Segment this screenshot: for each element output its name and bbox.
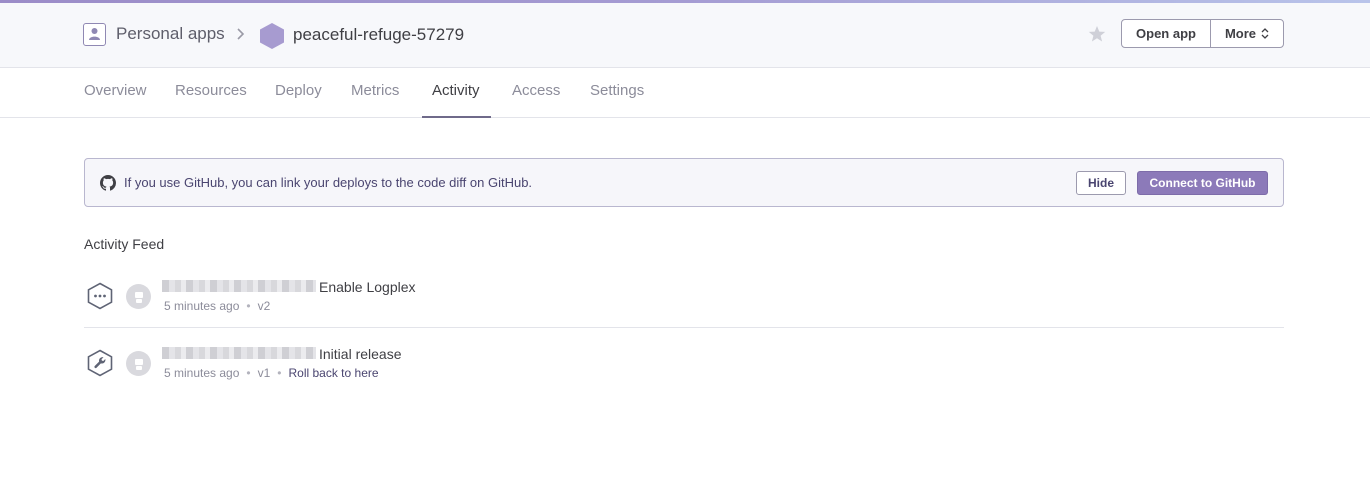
list-item: Enable Logplex 5 minutes ago • v2 — [84, 262, 1284, 328]
event-version: v2 — [257, 299, 271, 313]
tab-overview[interactable]: Overview — [84, 82, 147, 99]
breadcrumb-personal-label[interactable]: Personal apps — [116, 24, 225, 44]
breadcrumb-personal-apps[interactable]: Personal apps — [83, 22, 225, 46]
meta-separator: • — [246, 366, 251, 380]
wrench-hexagon-icon — [87, 349, 113, 377]
app-name: peaceful-refuge-57279 — [293, 25, 465, 44]
chevron-right-icon — [237, 28, 245, 40]
github-banner: If you use GitHub, you can link your dep… — [84, 158, 1284, 207]
github-icon — [100, 175, 116, 191]
up-down-chevron-icon — [1261, 28, 1269, 39]
tab-resources[interactable]: Resources — [175, 82, 247, 99]
event-description: Enable Logplex — [319, 279, 416, 295]
open-app-button[interactable]: Open app — [1122, 20, 1211, 47]
redacted-user-email — [162, 280, 316, 292]
event-time: 5 minutes ago — [164, 299, 240, 313]
more-label: More — [1224, 26, 1257, 41]
more-button[interactable]: More — [1211, 20, 1283, 47]
app-actions-group: Open app More — [1121, 19, 1284, 48]
hide-button[interactable]: Hide — [1076, 171, 1126, 195]
event-description: Initial release — [319, 346, 402, 362]
tab-deploy[interactable]: Deploy — [275, 82, 322, 99]
star-icon[interactable] — [1088, 25, 1106, 43]
tab-access[interactable]: Access — [512, 82, 560, 99]
active-tab-indicator — [422, 116, 491, 118]
list-item: Initial release 5 minutes ago • v1 • Rol… — [84, 329, 1284, 395]
user-avatar-icon — [126, 351, 151, 376]
event-meta: 5 minutes ago • v1 • Roll back to here — [164, 366, 379, 380]
meta-separator: • — [246, 299, 251, 313]
activity-feed-title: Activity Feed — [84, 236, 165, 252]
meta-separator: • — [277, 366, 282, 380]
tab-settings[interactable]: Settings — [590, 82, 644, 99]
event-version: v1 — [257, 366, 271, 380]
tab-metrics[interactable]: Metrics — [351, 82, 399, 99]
connect-to-github-button[interactable]: Connect to GitHub — [1137, 171, 1268, 195]
user-avatar-icon — [126, 284, 151, 309]
ellipsis-hexagon-icon — [87, 282, 113, 310]
event-meta: 5 minutes ago • v2 — [164, 299, 270, 313]
person-icon — [83, 22, 106, 46]
app-header: Personal apps peaceful-refuge-57279 Open… — [0, 3, 1370, 68]
github-banner-text: If you use GitHub, you can link your dep… — [124, 175, 533, 190]
tab-activity[interactable]: Activity — [432, 82, 480, 99]
event-time: 5 minutes ago — [164, 366, 240, 380]
hexagon-icon — [260, 23, 284, 49]
redacted-user-email — [162, 347, 316, 359]
app-tabs: Overview Resources Deploy Metrics Activi… — [0, 68, 1370, 118]
roll-back-link[interactable]: Roll back to here — [288, 366, 378, 380]
